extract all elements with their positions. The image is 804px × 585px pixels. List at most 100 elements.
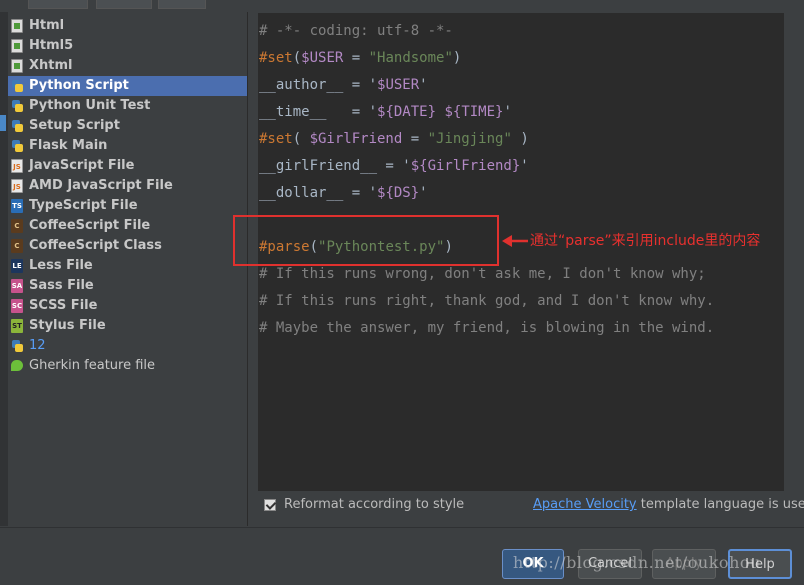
coffeescript-file-icon: C [11,219,23,233]
python-icon [11,119,23,133]
variable: ${DS} [377,185,420,201]
template-item-label: Python Script [29,78,129,93]
template-item-label: Html [29,18,65,33]
template-item-label: Html5 [29,38,74,53]
template-item-label: Xhtml [29,58,73,73]
javascript-file-icon: JS [11,159,23,173]
code-line-1: # -*- coding: utf-8 -*- [259,23,453,39]
selection-gutter-marker [0,115,6,131]
template-item[interactable]: Setup Script [8,116,247,136]
code-text: ' [419,77,428,93]
tab-strip [0,0,804,12]
velocity-suffix: template language is used [636,497,804,512]
code-line-2: #set($USER = "Handsome") [258,48,784,75]
python-icon [11,339,23,353]
template-item-label: Python Unit Test [29,98,151,113]
template-item[interactable]: JS JavaScript File [8,156,247,176]
sidebar-toolbar-strip [0,12,8,526]
template-item[interactable]: LE Less File [8,256,247,276]
template-item-label: 12 [29,338,46,353]
template-item[interactable]: JS AMD JavaScript File [8,176,247,196]
template-item[interactable]: C CoffeeScript File [8,216,247,236]
template-item[interactable]: SA Sass File [8,276,247,296]
html-file-icon [11,19,23,33]
xhtml-file-icon [11,59,23,73]
apache-velocity-link[interactable]: Apache Velocity [533,497,637,512]
paren: ( [292,50,302,66]
template-item-label: Sass File [29,278,94,293]
coffeescript-file-icon: C [11,239,23,253]
variable: $GirlFriend [309,131,403,147]
string-literal: "Jingjing" [427,131,512,147]
tab-code[interactable] [158,0,206,9]
template-list: Html Html5 Xhtml Python Script Python Unit T… [8,16,247,376]
code-line-4: __time__ = '${DATE} ${TIME}' [258,102,784,129]
reformat-checkbox[interactable] [264,499,276,511]
velocity-info: Apache Velocity template language is use… [533,497,804,512]
code-text: __time__ = ' [259,104,378,120]
template-item-label: AMD JavaScript File [29,178,173,193]
tab-templates[interactable] [28,0,88,9]
template-item-label: JavaScript File [29,158,135,173]
set-directive: #set [259,50,293,66]
variable: ${DATE} [377,104,437,120]
template-item-label: SCSS File [29,298,98,313]
code-text: __dollar__ = ' [259,185,378,201]
variable: ${TIME} [444,104,504,120]
editor-options: Reformat according to style Apache Veloc… [258,493,804,517]
operator: = [402,131,428,147]
scss-file-icon: SC [11,299,23,313]
template-item[interactable]: Html [8,16,247,36]
paren: ( [292,131,310,147]
paren: ) [452,50,462,66]
code-text: __author__ = ' [259,77,378,93]
template-item[interactable]: 12 [8,336,247,356]
template-item[interactable]: Python Script [8,76,247,96]
javascript-file-icon: JS [11,179,23,193]
html5-file-icon [11,39,23,53]
variable: ${GirlFriend} [410,158,521,174]
paren: ) [511,131,529,147]
template-item[interactable]: Flask Main [8,136,247,156]
template-item-label: CoffeeScript File [29,218,151,233]
python-icon [11,99,23,113]
operator: = [343,50,369,66]
template-item[interactable]: Xhtml [8,56,247,76]
template-item[interactable]: C CoffeeScript Class [8,236,247,256]
annotation-arrow-icon [502,235,528,247]
typescript-file-icon: TS [11,199,23,213]
template-item[interactable]: Html5 [8,36,247,56]
code-line-5: #set( $GirlFriend = "Jingjing" ) [258,129,784,156]
less-file-icon: LE [11,259,23,273]
code-text: ' [503,104,512,120]
reformat-label: Reformat according to style [284,497,465,512]
template-item[interactable]: TS TypeScript File [8,196,247,216]
template-item-label: TypeScript File [29,198,138,213]
template-item[interactable]: Python Unit Test [8,96,247,116]
template-item[interactable]: SC SCSS File [8,296,247,316]
python-icon [11,79,23,93]
sass-file-icon: SA [11,279,23,293]
tab-includes[interactable] [96,0,152,9]
stylus-file-icon: ST [11,319,23,333]
annotation-note: 通过“parse”来引用include里的内容 [530,233,761,249]
template-item-label: Setup Script [29,118,120,133]
template-item-label: Flask Main [29,138,108,153]
template-item-label: Less File [29,258,93,273]
code-line-11: # If this runs right, thank god, and I d… [259,293,715,309]
template-item[interactable]: ST Stylus File [8,316,247,336]
gherkin-file-icon [11,360,23,371]
code-text: ' [419,185,428,201]
template-list-panel: Html Html5 Xhtml Python Script Python Unit T… [0,12,248,526]
code-line-3: __author__ = '$USER' [258,75,784,102]
code-line-10: # If this runs wrong, don't ask me, I do… [259,266,706,282]
code-line-6: __girlFriend__ = '${GirlFriend}' [258,156,784,183]
variable: $USER [301,50,344,66]
editor-scrollbar[interactable] [784,13,796,491]
template-item-label: CoffeeScript Class [29,238,162,253]
template-item[interactable]: Gherkin feature file [8,356,247,376]
annotation-highlight-box [233,215,499,266]
code-text: __girlFriend__ = ' [259,158,411,174]
string-literal: "Handsome" [368,50,453,66]
set-directive: #set [259,131,293,147]
